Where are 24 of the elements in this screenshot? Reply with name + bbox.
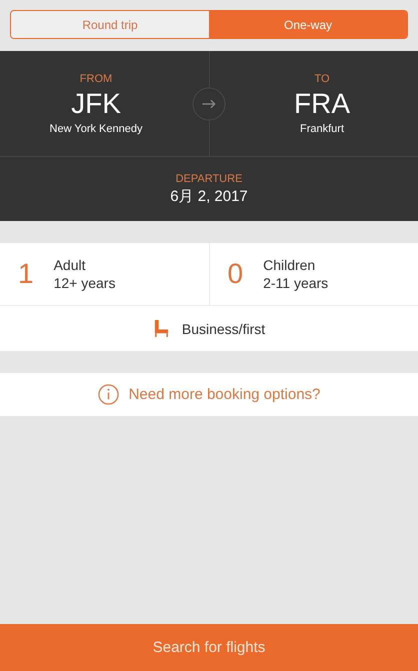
info-icon — [98, 384, 119, 405]
departure-label: DEPARTURE — [176, 172, 242, 184]
passenger-selector[interactable]: 0 Children 2-11 years — [208, 243, 418, 305]
cabin-class: Business/first — [182, 320, 266, 336]
departure-selector[interactable]: DEPARTURE 6月 2, 2017 — [0, 157, 418, 221]
passenger-ages: 2-11 years — [263, 274, 328, 292]
passenger-ages: 12+ years — [54, 274, 116, 292]
airport-code: FRA — [294, 88, 350, 120]
passenger-count: 1 — [18, 258, 34, 290]
airport-code: JFK — [71, 88, 121, 120]
passenger-selector[interactable]: 1 Adult 12+ years — [0, 243, 208, 305]
departure-date: 6月 2, 2017 — [170, 186, 248, 206]
passenger-type: Adult — [54, 256, 86, 274]
passenger-type: Children — [263, 256, 316, 274]
passenger-count: 0 — [228, 258, 244, 290]
cabin-selector[interactable]: Business/first — [0, 306, 418, 351]
airport-city: New York Kennedy — [50, 122, 142, 134]
arrow-icon[interactable] — [192, 86, 226, 120]
from-label: FROM — [80, 72, 112, 84]
origin-selector[interactable]: FROM JFK New York Kennedy — [0, 72, 192, 134]
airport-city: Frankfurt — [300, 122, 344, 134]
destination-selector[interactable]: TO FRA Frankfurt — [226, 72, 418, 134]
seat-icon — [152, 319, 170, 338]
to-label: TO — [314, 72, 330, 84]
